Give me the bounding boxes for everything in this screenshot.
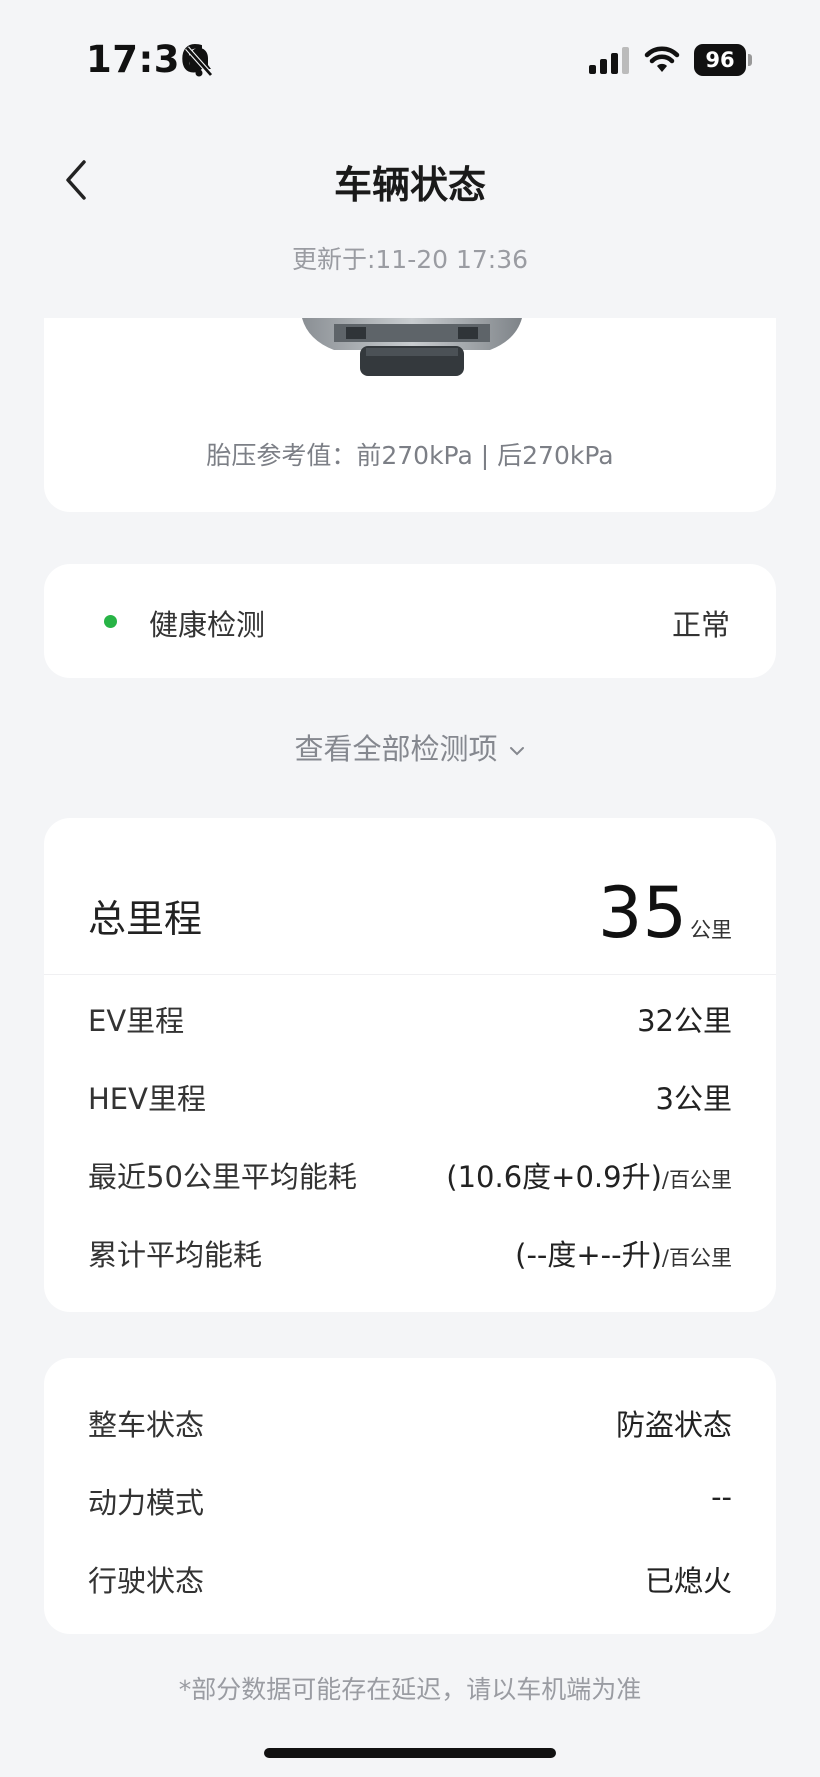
- tire-card: 胎压参考值：前270kPa | 后270kPa: [44, 318, 776, 512]
- row-label: 最近50公里平均能耗: [88, 1160, 357, 1194]
- total-mileage-number: 35: [597, 872, 687, 954]
- row-label: 动力模式: [88, 1486, 205, 1520]
- vehicle-status-card: 整车状态 防盗状态 动力模式 -- 行驶状态 已熄火: [44, 1358, 776, 1634]
- row-value: 3公里: [655, 1082, 732, 1116]
- row-value: 32公里: [637, 1004, 732, 1038]
- chevron-down-icon: [509, 747, 524, 756]
- health-check-value: 正常: [671, 608, 730, 642]
- battery-indicator: 96: [694, 44, 746, 76]
- power-mode-row: 动力模式 --: [88, 1480, 732, 1524]
- home-indicator[interactable]: [264, 1748, 556, 1758]
- status-bar: 17:36 96: [0, 0, 820, 120]
- health-check-label: 健康检测: [149, 608, 266, 642]
- view-all-checks-button[interactable]: 查看全部检测项: [0, 726, 820, 768]
- view-all-label: 查看全部检测项: [294, 732, 498, 766]
- row-label: 整车状态: [88, 1408, 205, 1442]
- driving-state-row: 行驶状态 已熄火: [88, 1558, 732, 1602]
- row-label: EV里程: [88, 1004, 185, 1038]
- cumulative-consumption-row: 累计平均能耗 (--度+--升)/百公里: [88, 1232, 732, 1276]
- health-check-card[interactable]: 健康检测 正常: [44, 564, 776, 678]
- row-label: 累计平均能耗: [88, 1238, 263, 1272]
- row-value: 防盗状态: [615, 1408, 732, 1442]
- update-timestamp: 更新于:11-20 17:36: [291, 245, 529, 274]
- health-status-dot: [104, 615, 117, 628]
- total-mileage-label: 总里程: [88, 897, 203, 941]
- total-mileage-unit: 公里: [690, 918, 732, 942]
- bell-muted-icon: [185, 46, 213, 77]
- row-value: 已熄火: [644, 1564, 732, 1598]
- page-title: 车辆状态: [333, 163, 486, 207]
- tire-pressure-text: 胎压参考值：前270kPa | 后270kPa: [206, 441, 614, 470]
- cellular-signal-icon: [589, 47, 629, 74]
- car-tire-image: [302, 318, 522, 376]
- recent-consumption-row: 最近50公里平均能耗 (10.6度+0.9升)/百公里: [88, 1154, 732, 1198]
- total-mileage-value: 35 公里: [598, 872, 732, 954]
- row-value: (--度+--升)/百公里: [515, 1238, 732, 1272]
- battery-tip: [748, 54, 752, 66]
- wifi-icon: [644, 46, 680, 72]
- divider: [44, 974, 776, 975]
- hev-mileage-row: HEV里程 3公里: [88, 1076, 732, 1120]
- row-value: (10.6度+0.9升)/百公里: [446, 1160, 732, 1194]
- mileage-card: 总里程 35 公里 EV里程 32公里 HEV里程 3公里 最近50公里平均能耗 …: [44, 818, 776, 1312]
- row-label: HEV里程: [88, 1082, 206, 1116]
- row-value: --: [711, 1480, 732, 1514]
- footer-note: *部分数据可能存在延迟，请以车机端为准: [178, 1675, 642, 1704]
- ev-mileage-row: EV里程 32公里: [88, 998, 732, 1042]
- vehicle-state-row: 整车状态 防盗状态: [88, 1402, 732, 1446]
- row-label: 行驶状态: [88, 1564, 205, 1598]
